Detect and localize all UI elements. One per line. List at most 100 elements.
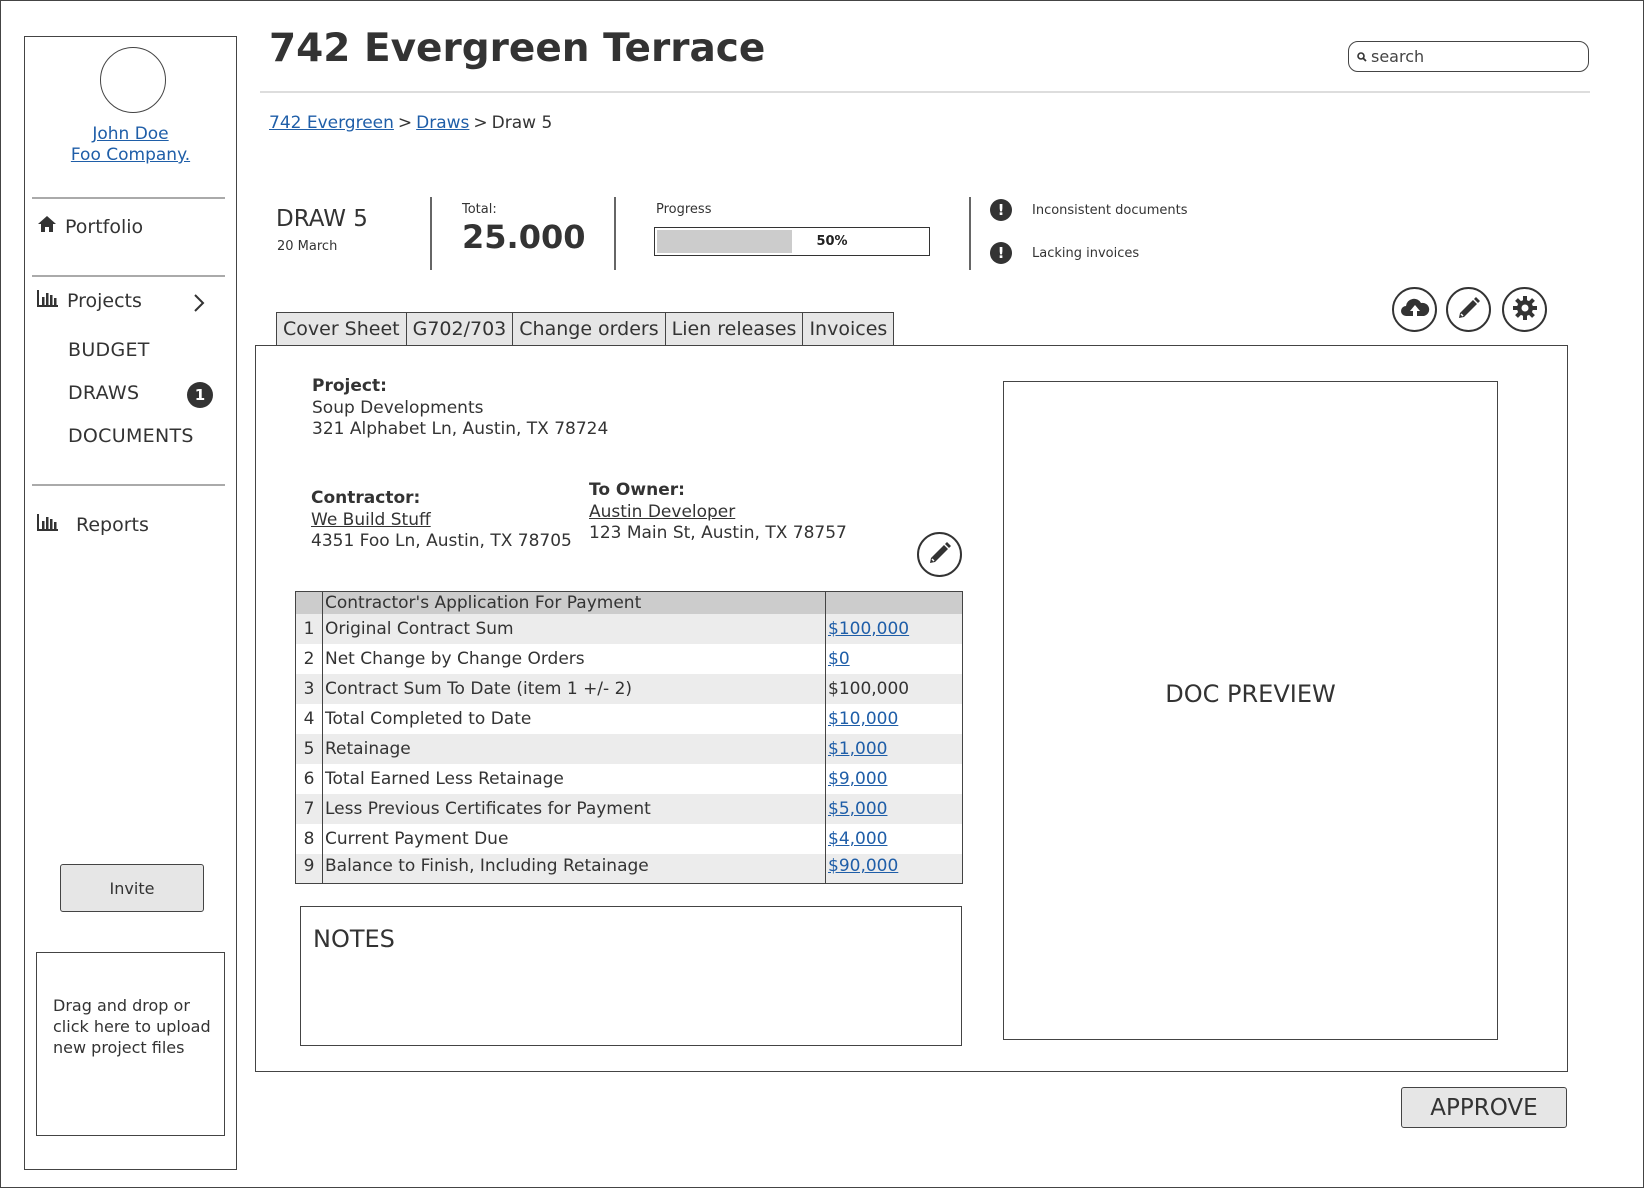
project-label: Project:: [312, 376, 387, 396]
settings-button[interactable]: [1502, 287, 1547, 332]
row-value: $100,000: [828, 678, 910, 699]
progress-bar: 50%: [654, 227, 930, 256]
breadcrumb-separator: >: [397, 113, 413, 133]
sidebar-item-portfolio[interactable]: Portfolio: [37, 215, 143, 238]
owner-address: 123 Main St, Austin, TX 78757: [589, 523, 847, 543]
sidebar-item-draws[interactable]: DRAWS: [68, 382, 139, 404]
upload-button[interactable]: [1392, 287, 1437, 332]
row-label: Balance to Finish, Including Retainage: [322, 853, 826, 884]
exclamation-icon: !: [990, 199, 1012, 221]
total-label: Total:: [462, 202, 497, 217]
row-value-cell: $10,000: [825, 703, 963, 734]
row-value-cell: $100,000: [825, 613, 963, 644]
row-label: Original Contract Sum: [322, 613, 826, 644]
notes-box[interactable]: NOTES: [300, 906, 962, 1046]
edit-cover-button[interactable]: [917, 532, 962, 577]
sidebar-item-documents[interactable]: DOCUMENTS: [68, 425, 194, 447]
avatar[interactable]: [100, 47, 166, 113]
contractor-name-link[interactable]: We Build Stuff: [311, 510, 431, 530]
tab-cover-sheet[interactable]: Cover Sheet: [276, 312, 406, 346]
row-label: Retainage: [322, 733, 826, 764]
tab-invoices[interactable]: Invoices: [802, 312, 895, 346]
breadcrumb-draws-link[interactable]: Draws: [416, 113, 469, 133]
draw-date: 20 March: [277, 239, 338, 254]
user-company-link[interactable]: Foo Company.: [25, 145, 236, 165]
row-label: Current Payment Due: [322, 823, 826, 854]
row-value-link[interactable]: $4,000: [828, 829, 887, 849]
table-row: 9 Balance to Finish, Including Retainage $…: [295, 853, 963, 884]
draws-count-badge: 1: [187, 382, 213, 408]
row-value-link[interactable]: $90,000: [828, 856, 898, 876]
alert-item: ! Lacking invoices: [990, 242, 1139, 264]
tab-change-orders[interactable]: Change orders: [512, 312, 665, 346]
notes-title: NOTES: [313, 925, 395, 953]
contractor-label: Contractor:: [311, 488, 421, 508]
invite-button[interactable]: Invite: [60, 864, 204, 912]
row-value-link[interactable]: $9,000: [828, 769, 887, 789]
table-header-cell: [295, 591, 323, 614]
project-name: Soup Developments: [312, 398, 484, 418]
row-number: 1: [295, 613, 323, 644]
file-upload-dropzone[interactable]: Drag and drop or click here to upload ne…: [36, 952, 225, 1136]
stats-divider: [430, 197, 432, 270]
sidebar-item-label: Portfolio: [65, 215, 144, 238]
search-box[interactable]: [1348, 41, 1589, 72]
row-number: 9: [295, 853, 323, 884]
header-divider: [260, 91, 1590, 93]
home-icon: [37, 215, 57, 238]
gear-icon: [1511, 294, 1539, 326]
user-name-link[interactable]: John Doe: [25, 124, 236, 144]
tab-g702-703[interactable]: G702/703: [405, 312, 513, 346]
table-row: 6 Total Earned Less Retainage $9,000: [295, 763, 963, 794]
row-number: 3: [295, 673, 323, 704]
approve-button[interactable]: APPROVE: [1401, 1087, 1567, 1128]
sidebar-item-budget[interactable]: BUDGET: [68, 339, 150, 361]
sidebar-item-reports[interactable]: Reports: [37, 513, 149, 536]
row-value-cell: $9,000: [825, 763, 963, 794]
breadcrumb-project-link[interactable]: 742 Evergreen: [269, 113, 394, 133]
bar-chart-icon: [37, 513, 59, 536]
row-value-cell: $5,000: [825, 793, 963, 824]
edit-button[interactable]: [1446, 287, 1491, 332]
chevron-right-icon[interactable]: [193, 293, 205, 317]
stats-divider: [614, 197, 616, 270]
table-row: 4 Total Completed to Date $10,000: [295, 703, 963, 734]
row-number: 5: [295, 733, 323, 764]
stats-divider: [969, 197, 971, 270]
row-value-link[interactable]: $0: [828, 649, 850, 669]
sidebar-divider: [32, 484, 225, 486]
table-row: 5 Retainage $1,000: [295, 733, 963, 764]
total-value: 25.000: [462, 218, 586, 256]
row-label: Total Completed to Date: [322, 703, 826, 734]
row-value-cell: $4,000: [825, 823, 963, 854]
sidebar-divider: [32, 197, 225, 199]
row-number: 2: [295, 643, 323, 674]
row-number: 7: [295, 793, 323, 824]
draw-title: DRAW 5: [276, 206, 368, 232]
breadcrumb-current: Draw 5: [491, 113, 553, 133]
sidebar-item-projects[interactable]: Projects: [37, 289, 142, 312]
row-value-link[interactable]: $1,000: [828, 739, 887, 759]
table-row: 8 Current Payment Due $4,000: [295, 823, 963, 854]
page-title: 742 Evergreen Terrace: [269, 26, 766, 71]
pencil-icon: [1456, 295, 1482, 325]
sidebar-divider: [32, 275, 225, 277]
search-input[interactable]: [1371, 47, 1581, 66]
pencil-icon: [927, 540, 953, 570]
row-value-link[interactable]: $5,000: [828, 799, 887, 819]
row-number: 6: [295, 763, 323, 794]
tab-lien-releases[interactable]: Lien releases: [664, 312, 803, 346]
sidebar-item-label: Projects: [67, 289, 142, 312]
owner-name-link[interactable]: Austin Developer: [589, 502, 735, 522]
table-header-cell: [825, 591, 963, 614]
doc-preview: DOC PREVIEW: [1003, 381, 1498, 1040]
breadcrumb-separator: >: [473, 113, 488, 133]
progress-label: Progress: [656, 202, 712, 217]
exclamation-icon: !: [990, 242, 1012, 264]
row-value-link[interactable]: $10,000: [828, 709, 898, 729]
row-value-cell: $90,000: [825, 853, 963, 884]
alert-text: Lacking invoices: [1032, 245, 1140, 261]
row-value-link[interactable]: $100,000: [828, 619, 909, 639]
row-number: 8: [295, 823, 323, 854]
contractor-address: 4351 Foo Ln, Austin, TX 78705: [311, 531, 572, 551]
